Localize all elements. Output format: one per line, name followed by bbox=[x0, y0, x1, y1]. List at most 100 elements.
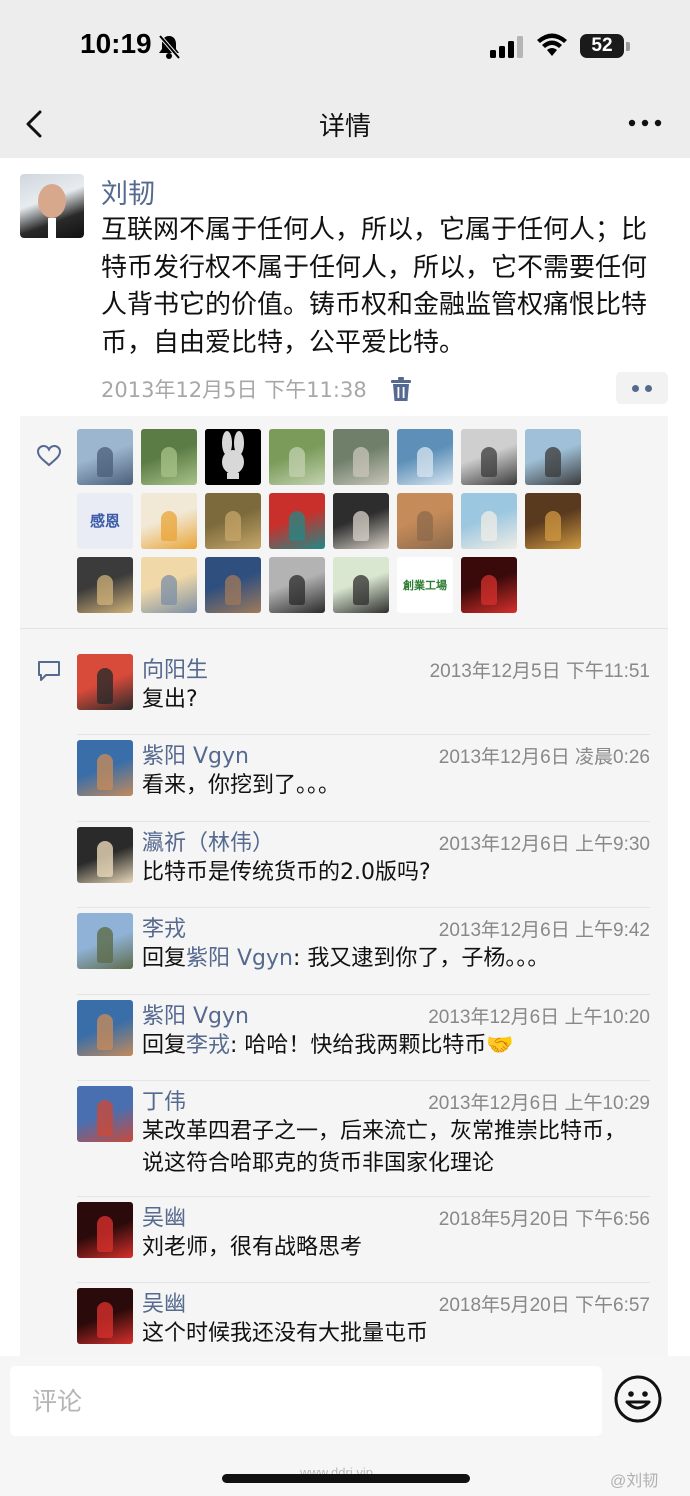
battery-indicator: 52 bbox=[580, 34, 624, 58]
liker-photo-subject bbox=[225, 511, 241, 541]
commenter-name[interactable]: 吴幽 bbox=[142, 1286, 186, 1318]
liker-avatar[interactable] bbox=[141, 557, 197, 613]
comment-separator bbox=[77, 734, 650, 735]
liker-photo-subject bbox=[161, 575, 177, 605]
liker-photo-subject bbox=[161, 447, 177, 477]
liker-photo-subject bbox=[161, 511, 177, 541]
comment-text: 比特币是传统货币的2.0版吗? bbox=[142, 860, 431, 885]
liker-avatar-text: 創業工場 bbox=[403, 578, 447, 592]
liker-avatar[interactable]: 感恩 bbox=[77, 493, 133, 549]
commenter-name[interactable]: 紫阳 Vgyn bbox=[142, 998, 249, 1030]
wifi-icon bbox=[537, 33, 567, 56]
comment-text: 回复李戎: 哈哈！快给我两颗比特币🤝 bbox=[142, 1030, 647, 1062]
comment-timestamp: 2013年12月5日 下午11:51 bbox=[429, 661, 650, 682]
page-title: 详情 bbox=[318, 112, 371, 142]
liker-photo-subject bbox=[353, 575, 369, 605]
commenter-avatar[interactable] bbox=[77, 1000, 133, 1056]
liker-avatar[interactable] bbox=[397, 429, 453, 485]
comment-text: 某改革四君子之一，后来流亡，灰常推崇比特币，说这符合哈耶克的货币非国家化理论 bbox=[142, 1119, 627, 1176]
liker-avatar[interactable] bbox=[461, 557, 517, 613]
trash-icon[interactable] bbox=[390, 376, 412, 402]
liker-avatar[interactable] bbox=[205, 557, 261, 613]
menu-dot bbox=[645, 385, 652, 392]
liker-photo-subject bbox=[97, 447, 113, 477]
comment-separator bbox=[77, 907, 650, 908]
comment-timestamp: 2018年5月20日 下午6:56 bbox=[438, 1209, 650, 1230]
liker-avatar[interactable] bbox=[397, 493, 453, 549]
post-text: 互联网不属于任何人，所以，它属于任何人；比特币发行权不属于任何人，所以，它不需要… bbox=[101, 215, 648, 358]
liker-avatar[interactable] bbox=[141, 429, 197, 485]
interaction-panel: 感恩 創業工場 向阳生 2013年12月5日 下午11:51 复出? 紫阳 Vgyn 20… bbox=[20, 416, 668, 1356]
comment-text: 看来，你挖到了。。。 bbox=[142, 773, 341, 798]
liker-avatar[interactable] bbox=[77, 557, 133, 613]
reply-prefix: 回复 bbox=[142, 1033, 187, 1058]
liker-avatar[interactable] bbox=[205, 493, 261, 549]
liker-avatar[interactable] bbox=[461, 493, 517, 549]
liker-photo-subject bbox=[353, 511, 369, 541]
liker-photo-subject bbox=[545, 447, 561, 477]
liker-avatar[interactable] bbox=[205, 429, 261, 485]
commenter-name[interactable]: 丁伟 bbox=[142, 1084, 186, 1116]
liker-avatar[interactable] bbox=[269, 557, 325, 613]
liker-avatar[interactable] bbox=[77, 429, 133, 485]
comment-bubble-icon bbox=[38, 661, 60, 681]
liker-photo-subject bbox=[289, 447, 305, 477]
comment-text: 这个时候我还没有大批量屯币 bbox=[142, 1321, 429, 1346]
bunny-logo-icon bbox=[205, 429, 261, 485]
like-comment-menu-button[interactable] bbox=[616, 372, 668, 404]
commenter-avatar[interactable] bbox=[77, 654, 133, 710]
commenter-avatar[interactable] bbox=[77, 913, 133, 969]
post-timestamp: 2013年12月5日 下午11:38 bbox=[101, 378, 367, 402]
author-avatar[interactable] bbox=[20, 174, 84, 238]
liker-avatar[interactable] bbox=[525, 429, 581, 485]
commenter-name[interactable]: 李戎 bbox=[142, 911, 186, 943]
reply-target-name[interactable]: 李戎 bbox=[186, 1033, 230, 1058]
commenter-name[interactable]: 瀛祈（林伟） bbox=[142, 825, 274, 857]
liker-avatar[interactable] bbox=[333, 557, 389, 613]
author-name[interactable]: 刘韧 bbox=[101, 172, 155, 211]
liker-avatar[interactable] bbox=[525, 493, 581, 549]
liker-avatar[interactable] bbox=[141, 493, 197, 549]
battery-nub bbox=[626, 42, 630, 51]
liker-photo-subject bbox=[417, 447, 433, 477]
emoji-icon[interactable] bbox=[613, 1374, 663, 1424]
liker-avatar[interactable] bbox=[333, 429, 389, 485]
commenter-avatar[interactable] bbox=[77, 740, 133, 796]
comment-text: 回复紫阳 Vgyn: 我又逮到你了，子杨。。。 bbox=[142, 943, 647, 975]
more-options-icon[interactable] bbox=[620, 108, 670, 138]
commenter-name[interactable]: 向阳生 bbox=[142, 652, 208, 684]
reply-target-name[interactable]: 紫阳 Vgyn bbox=[186, 946, 293, 971]
liker-photo-subject bbox=[225, 575, 241, 605]
liker-avatar[interactable]: 創業工場 bbox=[397, 557, 453, 613]
weibo-watermark: @刘韧 bbox=[610, 1473, 659, 1490]
comment-input[interactable] bbox=[10, 1366, 602, 1436]
commenter-avatar[interactable] bbox=[77, 1202, 133, 1258]
liker-avatar[interactable] bbox=[269, 429, 325, 485]
commenter-avatar-figure bbox=[97, 841, 113, 877]
commenter-avatar[interactable] bbox=[77, 1288, 133, 1344]
comment-separator bbox=[77, 1080, 650, 1081]
commenter-avatar[interactable] bbox=[77, 827, 133, 883]
commenter-name[interactable]: 吴幽 bbox=[142, 1200, 186, 1232]
comment-timestamp: 2018年5月20日 下午6:57 bbox=[438, 1295, 650, 1316]
bell-muted-icon bbox=[158, 34, 181, 60]
avatar-shirt bbox=[48, 218, 56, 238]
comment-timestamp: 2013年12月6日 上午10:29 bbox=[428, 1093, 650, 1114]
liker-avatar[interactable] bbox=[269, 493, 325, 549]
commenter-name[interactable]: 紫阳 Vgyn bbox=[142, 738, 249, 770]
commenter-avatar-figure bbox=[97, 668, 113, 704]
liker-avatar[interactable] bbox=[333, 493, 389, 549]
home-indicator bbox=[222, 1474, 470, 1483]
commenter-avatar[interactable] bbox=[77, 1086, 133, 1142]
liker-avatar-text: 感恩 bbox=[89, 511, 120, 530]
reply-prefix: 回复 bbox=[142, 946, 187, 971]
comment-separator bbox=[77, 821, 650, 822]
comment-timestamp: 2013年12月6日 上午9:42 bbox=[438, 920, 650, 941]
liker-photo-subject bbox=[97, 575, 113, 605]
liker-photo-subject bbox=[545, 511, 561, 541]
menu-dot bbox=[632, 385, 639, 392]
comment-separator bbox=[77, 1196, 650, 1197]
status-bar: 10:19 52 bbox=[0, 0, 690, 92]
liker-avatar[interactable] bbox=[461, 429, 517, 485]
avatar-face bbox=[38, 184, 66, 218]
